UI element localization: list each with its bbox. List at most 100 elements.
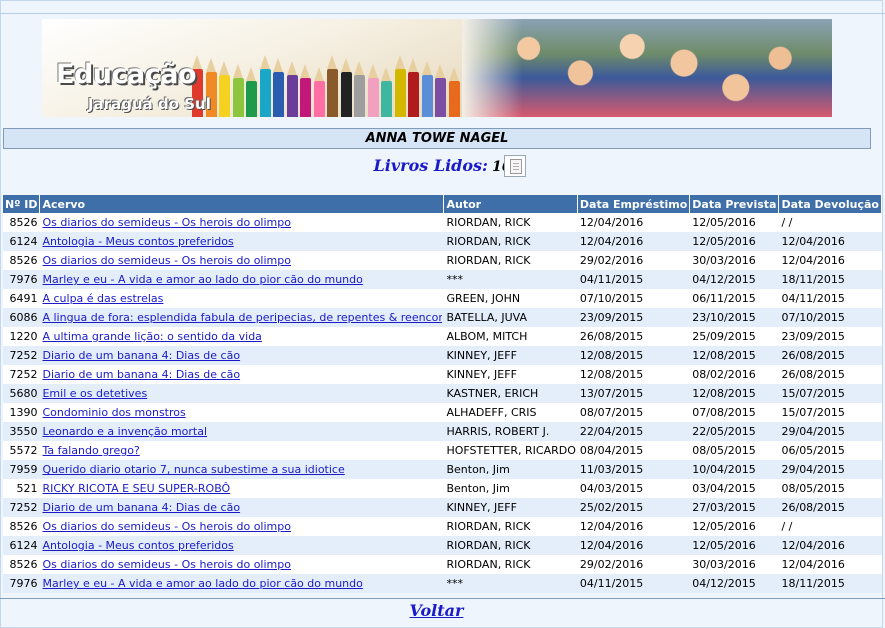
cell-data-emprestimo: 04/11/2015 <box>577 574 691 593</box>
book-title-link[interactable]: Antologia - Meus contos preferidos <box>42 235 233 248</box>
book-title-link[interactable]: Diario de um banana 4: Dias de cão <box>42 501 240 514</box>
table-header-row: Nº ID Acervo Autor Data Empréstimo Data … <box>3 195 882 213</box>
table-row: 8526 Os diarios do semideus - Os herois d… <box>3 251 882 270</box>
cell-id: 3550 <box>3 422 41 441</box>
table-row: 5572 Ta falando grego? HOFSTETTER, RICARDO… <box>3 441 882 460</box>
cell-data-prevista: 12/05/2016 <box>690 232 780 251</box>
cell-acervo: Emil e os detetives <box>40 384 445 403</box>
cell-acervo: Diario de um banana 4: Dias de cão <box>40 346 445 365</box>
table-row: 6491 A culpa é das estrelas GREEN, JOHN 07/… <box>3 289 882 308</box>
header-acervo: Acervo <box>40 195 445 213</box>
cell-autor: *** <box>444 270 578 289</box>
cell-autor: HARRIS, ROBERT J. <box>444 422 578 441</box>
cell-autor: GREEN, JOHN <box>444 289 578 308</box>
pencil-shape <box>219 61 230 117</box>
cell-autor: RIORDAN, RICK <box>444 555 578 574</box>
cell-data-devolucao: / / <box>779 213 882 232</box>
book-title-link[interactable]: A culpa é das estrelas <box>42 292 163 305</box>
cell-acervo: RICKY RICOTA E SEU SUPER-ROBÔ <box>40 479 445 498</box>
cell-autor: RIORDAN, RICK <box>444 232 578 251</box>
cell-autor: KINNEY, JEFF <box>444 365 578 384</box>
cell-autor: KINNEY, JEFF <box>444 346 578 365</box>
cell-acervo: Antologia - Meus contos preferidos <box>40 232 445 251</box>
cell-data-prevista: 08/02/2016 <box>690 365 780 384</box>
cell-autor: RIORDAN, RICK <box>444 251 578 270</box>
pencil-shape <box>327 55 338 117</box>
cell-autor: ALBOM, MITCH <box>444 327 578 346</box>
book-title-link[interactable]: A ultima grande lição: o sentido da vida <box>42 330 261 343</box>
book-title-link[interactable]: Marley e eu - A vida e amor ao lado do p… <box>42 577 362 590</box>
book-title-link[interactable]: Diario de um banana 4: Dias de cão <box>42 368 240 381</box>
cell-acervo: Leonardo e a invenção mortal <box>40 422 445 441</box>
cell-data-prevista: 12/05/2016 <box>690 517 780 536</box>
table-row: 1390 Condominio dos monstros ALHADEFF, CRI… <box>3 403 882 422</box>
book-title-link[interactable]: A lingua de fora: esplendida fabula de p… <box>42 311 442 324</box>
table-row: 7976 Marley e eu - A vida e amor ao lado … <box>3 270 882 289</box>
book-title-link[interactable]: Leonardo e a invenção mortal <box>42 425 207 438</box>
book-title-link[interactable]: Querido diario otario 7, nunca subestime… <box>42 463 344 476</box>
cell-acervo: Marley e eu - A vida e amor ao lado do p… <box>40 574 445 593</box>
cell-id: 7252 <box>3 346 41 365</box>
book-title-link[interactable]: RICKY RICOTA E SEU SUPER-ROBÔ <box>42 482 230 495</box>
cell-data-devolucao: 29/04/2015 <box>779 460 882 479</box>
cell-data-prevista: 07/08/2015 <box>690 403 780 422</box>
book-title-link[interactable]: Os diarios do semideus - Os herois do ol… <box>42 520 291 533</box>
table-row: 521 RICKY RICOTA E SEU SUPER-ROBÔ Benton, … <box>3 479 882 498</box>
student-name-bar: ANNA TOWE NAGEL <box>3 128 871 149</box>
cell-data-devolucao: 18/11/2015 <box>779 270 882 289</box>
cell-data-devolucao: 26/08/2015 <box>779 498 882 517</box>
cell-data-emprestimo: 08/04/2015 <box>577 441 691 460</box>
cell-id: 1390 <box>3 403 41 422</box>
cell-data-emprestimo: 25/02/2015 <box>577 498 691 517</box>
table-row: 1220 A ultima grande lição: o sentido da … <box>3 327 882 346</box>
cell-data-devolucao: 12/04/2016 <box>779 555 882 574</box>
table-row: 6086 A lingua de fora: esplendida fabula … <box>3 308 882 327</box>
cell-data-devolucao: 23/09/2015 <box>779 327 882 346</box>
cell-data-devolucao: 08/05/2015 <box>779 479 882 498</box>
pencil-shape <box>448 67 460 117</box>
cell-id: 8526 <box>3 251 41 270</box>
cell-data-prevista: 27/03/2015 <box>690 498 780 517</box>
pencil-shape <box>421 61 433 117</box>
cell-autor: RIORDAN, RICK <box>444 536 578 555</box>
cell-autor: Benton, Jim <box>444 460 578 479</box>
cell-data-emprestimo: 11/03/2015 <box>577 460 691 479</box>
table-row: 7252 Diario de um banana 4: Dias de cão KI… <box>3 346 882 365</box>
pencil-shape <box>300 64 311 117</box>
cell-data-devolucao: 12/04/2016 <box>779 251 882 270</box>
cell-data-devolucao: 15/07/2015 <box>779 384 882 403</box>
cell-id: 6086 <box>3 308 41 327</box>
cell-acervo: Querido diario otario 7, nunca subestime… <box>40 460 445 479</box>
cell-data-prevista: 06/11/2015 <box>690 289 780 308</box>
book-title-link[interactable]: Ta falando grego? <box>42 444 139 457</box>
cell-acervo: A culpa é das estrelas <box>40 289 445 308</box>
table-row: 8526 Os diarios do semideus - Os herois d… <box>3 517 882 536</box>
book-title-link[interactable]: Antologia - Meus contos preferidos <box>42 539 233 552</box>
book-title-link[interactable]: Os diarios do semideus - Os herois do ol… <box>42 558 291 571</box>
cell-autor: BATELLA, JUVA <box>444 308 578 327</box>
pencil-shape <box>381 67 392 117</box>
cell-id: 5680 <box>3 384 41 403</box>
book-title-link[interactable]: Diario de um banana 4: Dias de cão <box>42 349 240 362</box>
cell-autor: KASTNER, ERICH <box>444 384 578 403</box>
table-row: 5680 Emil e os detetives KASTNER, ERICH 13/… <box>3 384 882 403</box>
header-data-prevista: Data Prevista <box>690 195 780 213</box>
cell-data-prevista: 12/05/2016 <box>690 536 780 555</box>
book-title-link[interactable]: Emil e os detetives <box>42 387 147 400</box>
cell-id: 1220 <box>3 327 41 346</box>
table-row: 8526 Os diarios do semideus - Os herois d… <box>3 213 882 232</box>
table-row: 7959 Querido diario otario 7, nunca subes… <box>3 460 882 479</box>
cell-data-devolucao: 04/11/2015 <box>779 289 882 308</box>
pencil-shape <box>354 61 365 117</box>
print-button[interactable] <box>504 155 526 177</box>
book-title-link[interactable]: Marley e eu - A vida e amor ao lado do p… <box>42 273 362 286</box>
book-title-link[interactable]: Os diarios do semideus - Os herois do ol… <box>42 254 291 267</box>
header-data-devolucao: Data Devolução <box>779 195 882 213</box>
cell-id: 7252 <box>3 498 41 517</box>
back-link[interactable]: Voltar <box>410 601 464 620</box>
book-title-link[interactable]: Os diarios do semideus - Os herois do ol… <box>42 216 291 229</box>
book-title-link[interactable]: Condominio dos monstros <box>42 406 185 419</box>
cell-id: 6124 <box>3 232 41 251</box>
cell-data-emprestimo: 29/02/2016 <box>577 555 691 574</box>
cell-id: 8526 <box>3 213 41 232</box>
